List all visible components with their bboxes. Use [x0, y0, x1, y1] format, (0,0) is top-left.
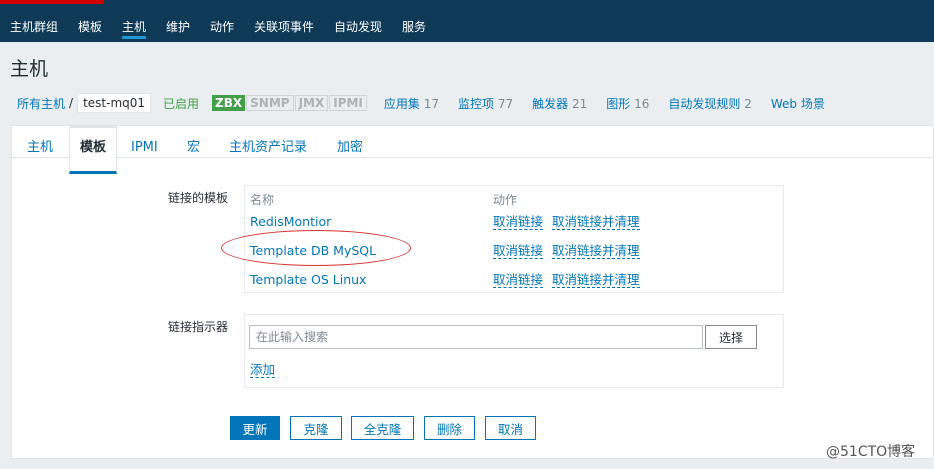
host-status-enabled[interactable]: 已启用: [163, 95, 199, 112]
menu-item-services[interactable]: 服务: [402, 13, 426, 42]
template-link-os-linux[interactable]: Template OS Linux: [250, 272, 366, 287]
breadcrumb-web-scenarios[interactable]: Web 场景: [771, 95, 825, 112]
badge-ipmi: IPMI: [329, 95, 367, 111]
template-link-redis[interactable]: RedisMontior: [250, 214, 331, 229]
breadcrumb-discovery-rules[interactable]: 自动发现规则 2: [668, 95, 751, 112]
template-search-input[interactable]: [249, 325, 703, 349]
brand-strip: [0, 0, 104, 4]
linked-templates-label: 链接的模板: [168, 191, 229, 205]
breadcrumb-graphs[interactable]: 图形 16: [606, 95, 649, 112]
add-link[interactable]: 添加: [250, 362, 276, 378]
badge-jmx: JMX: [294, 95, 329, 111]
menu-item-host-groups[interactable]: 主机群组: [10, 13, 58, 42]
tab-ipmi[interactable]: IPMI: [131, 126, 158, 158]
host-form-panel: 主机 模板 IPMI 宏 主机资产记录 加密 链接的模板 名称 动作 Redis…: [11, 125, 934, 459]
breadcrumb-separator: /: [69, 96, 74, 110]
unlink-and-clear-button[interactable]: 取消链接并清理: [552, 272, 640, 288]
clone-button[interactable]: 克隆: [290, 416, 342, 440]
availability-badges: ZBX SNMP JMX IPMI: [212, 95, 367, 111]
top-nav-bar: 主机群组 模板 主机 维护 动作 关联项事件 自动发现 服务: [0, 0, 934, 42]
breadcrumb-current-host: test-mq01: [77, 93, 152, 113]
menu-item-actions[interactable]: 动作: [210, 13, 234, 42]
menu-item-templates[interactable]: 模板: [78, 13, 102, 42]
badge-snmp: SNMP: [246, 95, 294, 111]
unlink-and-clear-button[interactable]: 取消链接并清理: [552, 243, 640, 259]
unlink-and-clear-button[interactable]: 取消链接并清理: [552, 214, 640, 230]
unlink-button[interactable]: 取消链接: [493, 243, 544, 259]
unlink-button[interactable]: 取消链接: [493, 214, 544, 230]
highlight-ellipse-annotation: [221, 230, 411, 266]
watermark: @51CTO博客: [826, 444, 916, 460]
page-title: 主机: [10, 58, 49, 80]
menu-item-hosts[interactable]: 主机: [122, 13, 147, 42]
delete-button[interactable]: 删除: [424, 416, 475, 440]
menu-item-discovery[interactable]: 自动发现: [334, 13, 382, 42]
link-indicator-label: 链接指示器: [168, 320, 229, 334]
breadcrumb-all-hosts[interactable]: 所有主机: [17, 95, 65, 112]
menu-item-maintenance[interactable]: 维护: [166, 13, 190, 42]
breadcrumb-applications[interactable]: 应用集 17: [384, 95, 439, 112]
select-button[interactable]: 选择: [705, 325, 757, 349]
tab-host[interactable]: 主机: [27, 126, 53, 158]
cancel-button[interactable]: 取消: [485, 416, 536, 440]
column-header-action: 动作: [493, 193, 518, 207]
badge-zbx: ZBX: [212, 95, 246, 111]
tab-inventory[interactable]: 主机资产记录: [229, 126, 307, 158]
unlink-button[interactable]: 取消链接: [493, 272, 544, 288]
tab-templates[interactable]: 模板: [69, 126, 118, 174]
column-header-name: 名称: [250, 193, 275, 207]
menu-item-correlation[interactable]: 关联项事件: [254, 13, 314, 42]
breadcrumb: 所有主机 / test-mq01 已启用 ZBX SNMP JMX IPMI 应…: [0, 91, 934, 115]
update-button[interactable]: 更新: [230, 416, 280, 440]
full-clone-button[interactable]: 全克隆: [351, 416, 414, 440]
breadcrumb-items[interactable]: 监控项 77: [458, 95, 513, 112]
breadcrumb-triggers[interactable]: 触发器 21: [532, 95, 587, 112]
tab-macros[interactable]: 宏: [187, 126, 200, 158]
tab-encryption[interactable]: 加密: [337, 126, 363, 158]
tab-bar: 主机 模板 IPMI 宏 主机资产记录 加密: [12, 126, 933, 174]
